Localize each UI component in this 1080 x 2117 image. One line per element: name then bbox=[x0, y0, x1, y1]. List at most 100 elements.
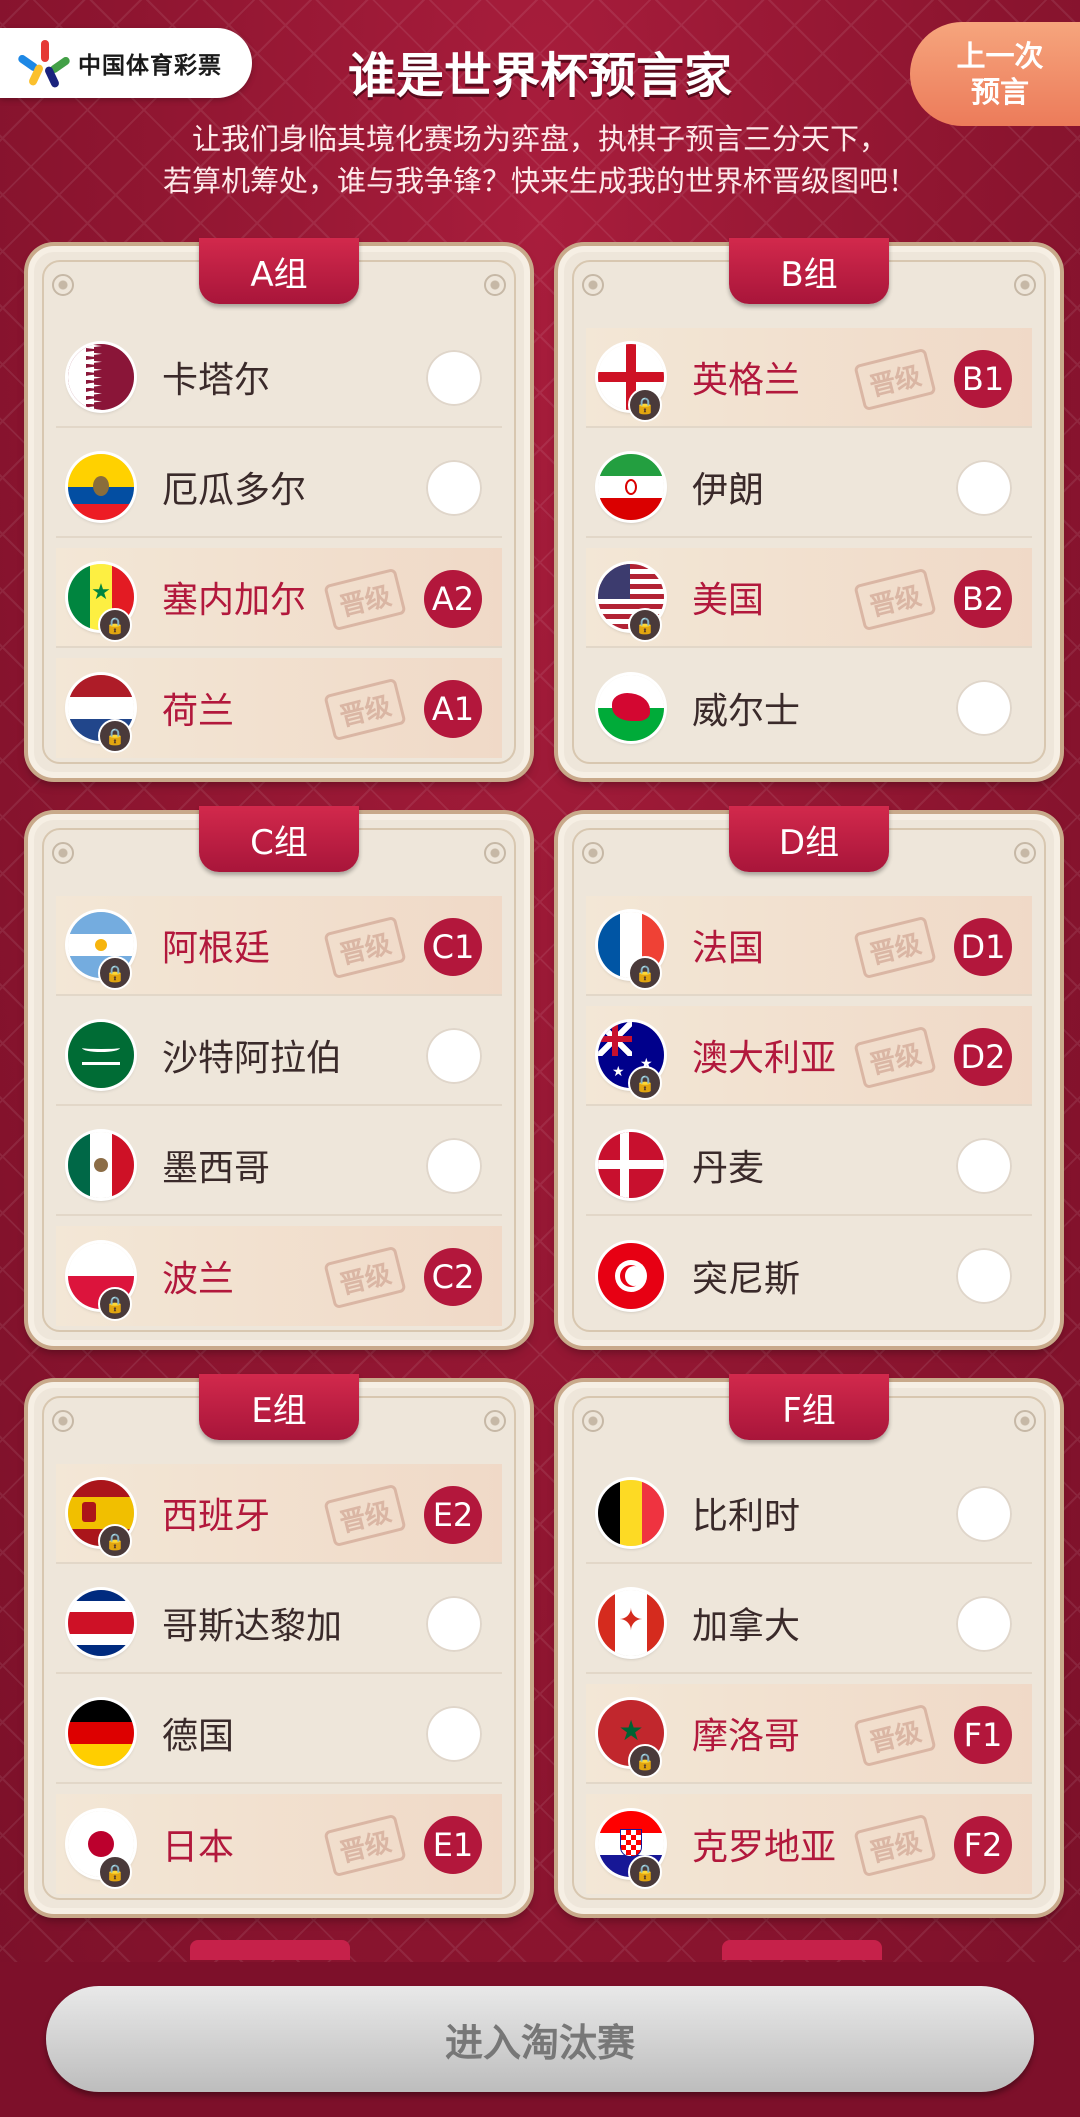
select-slot[interactable] bbox=[956, 1486, 1012, 1542]
team-row[interactable]: 🔒 法国 晋级 D1 bbox=[586, 896, 1032, 996]
group-label: F组 bbox=[729, 1374, 889, 1440]
lock-icon: 🔒 bbox=[98, 608, 132, 642]
team-flag-wrap bbox=[56, 454, 134, 520]
rank-badge[interactable]: B2 bbox=[954, 570, 1012, 628]
select-slot[interactable] bbox=[956, 1596, 1012, 1652]
page-subtitle: 让我们身临其境化赛场为弈盘，执棋子预言三分天下， 若算机筹处，谁与我争锋？快来生… bbox=[0, 118, 1080, 202]
group-card: D组 🔒 法国 晋级 D1 ★ ★ 🔒 澳大利亚 晋级 D2 丹麦 突尼斯 bbox=[558, 806, 1060, 1346]
select-slot[interactable] bbox=[426, 1028, 482, 1084]
team-row[interactable]: 突尼斯 bbox=[586, 1226, 1032, 1326]
group-card: B组 🔒 英格兰 晋级 B1 伊朗 🔒 美国 晋级 B2 威尔士 bbox=[558, 238, 1060, 778]
team-row[interactable]: 🔒 荷兰 晋级 A1 bbox=[56, 658, 502, 758]
team-flag-wrap: 🔒 bbox=[56, 1243, 134, 1321]
team-row[interactable]: 墨西哥 bbox=[56, 1116, 502, 1216]
rank-badge[interactable]: F2 bbox=[954, 1816, 1012, 1874]
group-card: C组 🔒 阿根廷 晋级 C1 沙特阿拉伯 墨西哥 🔒 波兰 晋级 C2 bbox=[28, 806, 530, 1346]
rank-badge[interactable]: D1 bbox=[954, 918, 1012, 976]
subtitle-line-1: 让我们身临其境化赛场为弈盘，执棋子预言三分天下， bbox=[191, 122, 888, 156]
team-flag-wrap bbox=[586, 454, 664, 520]
team-flag-wrap bbox=[586, 1243, 664, 1309]
team-flag-wrap: 🔒 bbox=[56, 912, 134, 990]
rank-badge[interactable]: B1 bbox=[954, 350, 1012, 408]
team-flag-wrap: 🔒 bbox=[56, 1480, 134, 1558]
rank-badge[interactable]: E1 bbox=[424, 1816, 482, 1874]
team-flag-wrap bbox=[586, 1480, 664, 1546]
team-row[interactable]: 🔒 英格兰 晋级 B1 bbox=[586, 328, 1032, 428]
enter-knockout-button[interactable]: 进入淘汰赛 bbox=[46, 1986, 1034, 2092]
team-flag-wrap: 🔒 bbox=[586, 564, 664, 642]
last-prediction-button[interactable]: 上一次 预言 bbox=[910, 22, 1080, 126]
team-flag-wrap: 🔒 bbox=[586, 344, 664, 422]
team-row[interactable]: ★ 🔒 塞内加尔 晋级 A2 bbox=[56, 548, 502, 648]
select-slot[interactable] bbox=[426, 1138, 482, 1194]
select-slot[interactable] bbox=[426, 350, 482, 406]
team-row[interactable]: 哥斯达黎加 bbox=[56, 1574, 502, 1674]
team-flag-wrap bbox=[586, 675, 664, 741]
team-row[interactable]: 丹麦 bbox=[586, 1116, 1032, 1216]
team-row[interactable]: 沙特阿拉伯 bbox=[56, 1006, 502, 1106]
flag-germany-icon bbox=[68, 1700, 134, 1766]
rank-badge[interactable]: C2 bbox=[424, 1248, 482, 1306]
group-label: D组 bbox=[729, 806, 889, 872]
lock-icon: 🔒 bbox=[628, 1066, 662, 1100]
team-row[interactable]: 🔒 西班牙 晋级 E2 bbox=[56, 1464, 502, 1564]
flag-qatar-icon bbox=[68, 344, 134, 410]
team-row[interactable]: 德国 bbox=[56, 1684, 502, 1784]
flag-canada-icon: ✦ bbox=[598, 1590, 664, 1656]
team-row[interactable]: 🔒 阿根廷 晋级 C1 bbox=[56, 896, 502, 996]
team-row[interactable]: 比利时 bbox=[586, 1464, 1032, 1564]
group-label: E组 bbox=[199, 1374, 359, 1440]
select-slot[interactable] bbox=[426, 1596, 482, 1652]
team-row[interactable]: 🔒 波兰 晋级 C2 bbox=[56, 1226, 502, 1326]
football-icon bbox=[1014, 274, 1036, 296]
football-icon bbox=[1014, 842, 1036, 864]
rank-badge[interactable]: A2 bbox=[424, 570, 482, 628]
team-row[interactable]: 卡塔尔 bbox=[56, 328, 502, 428]
next-group-tab-left bbox=[190, 1940, 350, 1960]
team-flag-wrap: ✦ bbox=[586, 1590, 664, 1656]
team-flag-wrap bbox=[56, 1590, 134, 1656]
team-flag-wrap: 🔒 bbox=[586, 912, 664, 990]
last-prediction-line1: 上一次 bbox=[956, 39, 1044, 73]
rank-badge[interactable]: A1 bbox=[424, 680, 482, 738]
last-prediction-line2: 预言 bbox=[970, 75, 1029, 109]
team-row[interactable]: ★ ★ 🔒 澳大利亚 晋级 D2 bbox=[586, 1006, 1032, 1106]
team-row[interactable]: 威尔士 bbox=[586, 658, 1032, 758]
select-slot[interactable] bbox=[956, 460, 1012, 516]
subtitle-line-2: 若算机筹处，谁与我争锋？快来生成我的世界杯晋级图吧！ bbox=[162, 164, 917, 198]
next-group-tab-right bbox=[722, 1940, 882, 1960]
football-icon bbox=[484, 1410, 506, 1432]
football-icon bbox=[1014, 1410, 1036, 1432]
rank-badge[interactable]: F1 bbox=[954, 1706, 1012, 1764]
select-slot[interactable] bbox=[956, 1248, 1012, 1304]
group-label: C组 bbox=[199, 806, 359, 872]
select-slot[interactable] bbox=[956, 680, 1012, 736]
select-slot[interactable] bbox=[956, 1138, 1012, 1194]
team-row[interactable]: 🔒 美国 晋级 B2 bbox=[586, 548, 1032, 648]
lock-icon: 🔒 bbox=[98, 1524, 132, 1558]
team-row[interactable]: ✦ 加拿大 bbox=[586, 1574, 1032, 1674]
team-flag-wrap bbox=[56, 1700, 134, 1766]
group-label: B组 bbox=[729, 238, 889, 304]
football-icon bbox=[52, 1410, 74, 1432]
football-icon bbox=[582, 1410, 604, 1432]
flag-costarica-icon bbox=[68, 1590, 134, 1656]
rank-badge[interactable]: C1 bbox=[424, 918, 482, 976]
rank-badge[interactable]: E2 bbox=[424, 1486, 482, 1544]
team-flag-wrap bbox=[586, 1132, 664, 1198]
football-icon bbox=[582, 842, 604, 864]
lock-icon: 🔒 bbox=[98, 956, 132, 990]
flag-wales-icon bbox=[598, 675, 664, 741]
select-slot[interactable] bbox=[426, 460, 482, 516]
team-row[interactable]: 伊朗 bbox=[586, 438, 1032, 538]
flag-denmark-icon bbox=[598, 1132, 664, 1198]
team-flag-wrap: ★ ★ 🔒 bbox=[586, 1022, 664, 1100]
lock-icon: 🔒 bbox=[98, 719, 132, 753]
team-row[interactable]: 🔒 日本 晋级 E1 bbox=[56, 1794, 502, 1894]
team-row[interactable]: 🔒 克罗地亚 晋级 F2 bbox=[586, 1794, 1032, 1894]
select-slot[interactable] bbox=[426, 1706, 482, 1762]
rank-badge[interactable]: D2 bbox=[954, 1028, 1012, 1086]
group-card: E组 🔒 西班牙 晋级 E2 哥斯达黎加 德国 🔒 日本 晋级 E1 bbox=[28, 1374, 530, 1914]
team-row[interactable]: 厄瓜多尔 bbox=[56, 438, 502, 538]
team-row[interactable]: ★ 🔒 摩洛哥 晋级 F1 bbox=[586, 1684, 1032, 1784]
